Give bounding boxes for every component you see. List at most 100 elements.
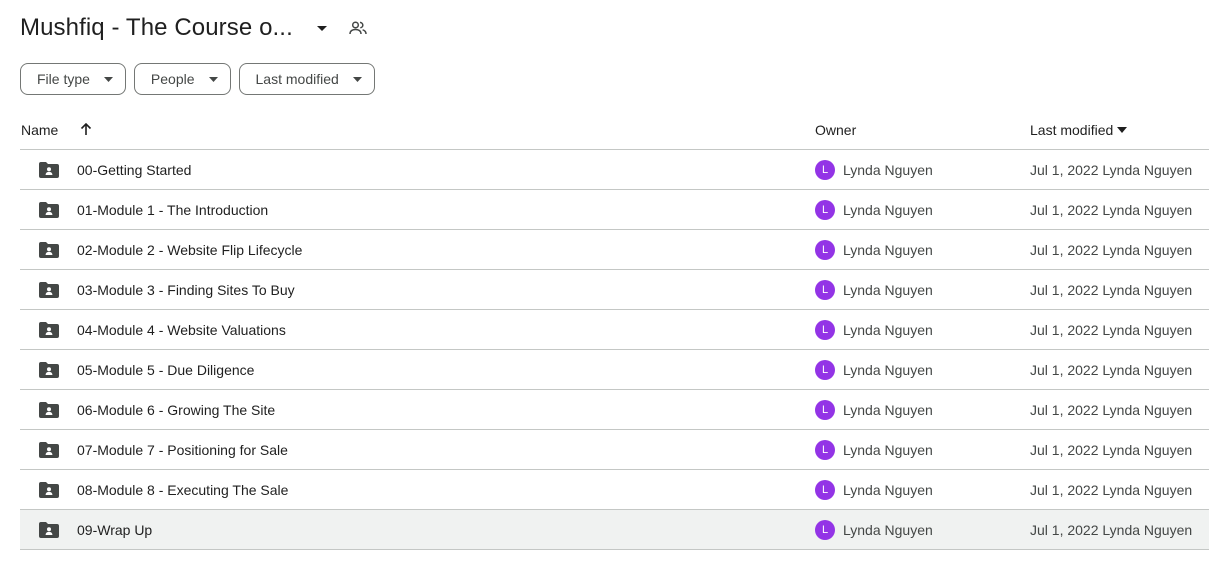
arrow-drop-down-icon	[208, 76, 218, 82]
column-header-owner[interactable]: Owner	[815, 122, 1030, 138]
filter-bar: File type People Last modified	[20, 63, 375, 95]
name-cell: 07-Module 7 - Positioning for Sale	[20, 440, 815, 460]
avatar: L	[815, 279, 835, 300]
shared-folder-icon	[38, 440, 60, 460]
modified-cell: Jul 1, 2022 Lynda Nguyen	[1030, 282, 1209, 298]
modified-cell: Jul 1, 2022 Lynda Nguyen	[1030, 362, 1209, 378]
modified-cell: Jul 1, 2022 Lynda Nguyen	[1030, 482, 1209, 498]
avatar: L	[815, 319, 835, 340]
file-name: 00-Getting Started	[77, 161, 192, 178]
name-cell: 01-Module 1 - The Introduction	[20, 200, 815, 220]
arrow-drop-down-icon[interactable]	[311, 17, 333, 39]
table-row[interactable]: 00-Getting Started L Lynda Nguyen Jul 1,…	[20, 150, 1209, 190]
owner-name: Lynda Nguyen	[843, 281, 933, 298]
name-cell: 06-Module 6 - Growing The Site	[20, 400, 815, 420]
table-row[interactable]: 04-Module 4 - Website Valuations L Lynda…	[20, 310, 1209, 350]
file-name: 04-Module 4 - Website Valuations	[77, 321, 286, 338]
column-header-name[interactable]: Name	[20, 122, 815, 138]
header: Mushfiq - The Course o...	[20, 10, 369, 46]
file-name: 01-Module 1 - The Introduction	[77, 201, 269, 218]
file-name: 02-Module 2 - Website Flip Lifecycle	[77, 241, 303, 258]
avatar: L	[815, 359, 835, 380]
column-header-label: Owner	[815, 121, 857, 138]
name-cell: 03-Module 3 - Finding Sites To Buy	[20, 280, 815, 300]
owner-name: Lynda Nguyen	[843, 361, 933, 378]
table-row[interactable]: 07-Module 7 - Positioning for Sale L Lyn…	[20, 430, 1209, 470]
owner-name: Lynda Nguyen	[843, 161, 933, 178]
modified-cell: Jul 1, 2022 Lynda Nguyen	[1030, 402, 1209, 418]
file-name: 03-Module 3 - Finding Sites To Buy	[77, 281, 295, 298]
shared-folder-icon	[38, 360, 60, 380]
shared-folder-icon	[38, 240, 60, 260]
file-name: 07-Module 7 - Positioning for Sale	[77, 441, 288, 458]
table-row[interactable]: 01-Module 1 - The Introduction L Lynda N…	[20, 190, 1209, 230]
table-row[interactable]: 09-Wrap Up L Lynda Nguyen Jul 1, 2022 Ly…	[20, 510, 1209, 550]
file-name: 08-Module 8 - Executing The Sale	[77, 481, 289, 498]
filter-chip-people[interactable]: People	[133, 63, 231, 95]
modified-text: Jul 1, 2022 Lynda Nguyen	[1030, 281, 1193, 298]
owner-cell: L Lynda Nguyen	[815, 479, 1030, 500]
shared-folder-icon	[38, 160, 60, 180]
shared-folder-icon	[38, 480, 60, 500]
table-header: Name Owner Last modified	[20, 110, 1209, 150]
file-name: 05-Module 5 - Due Diligence	[77, 361, 255, 378]
owner-name: Lynda Nguyen	[843, 241, 933, 258]
arrow-drop-down-icon	[103, 76, 113, 82]
modified-cell: Jul 1, 2022 Lynda Nguyen	[1030, 442, 1209, 458]
modified-cell: Jul 1, 2022 Lynda Nguyen	[1030, 202, 1209, 218]
file-name: 06-Module 6 - Growing The Site	[77, 401, 276, 418]
modified-cell: Jul 1, 2022 Lynda Nguyen	[1030, 242, 1209, 258]
avatar: L	[815, 239, 835, 260]
owner-cell: L Lynda Nguyen	[815, 399, 1030, 420]
name-cell: 00-Getting Started	[20, 160, 815, 180]
arrow-drop-down-icon[interactable]	[1117, 126, 1128, 133]
people-icon	[347, 17, 369, 39]
shared-folder-icon	[38, 320, 60, 340]
file-list: Name Owner Last modified 00-Getting Star…	[20, 110, 1209, 550]
owner-cell: L Lynda Nguyen	[815, 359, 1030, 380]
column-header-label: Last modified	[1030, 121, 1114, 138]
avatar: L	[815, 479, 835, 500]
arrow-upward-icon[interactable]	[80, 123, 92, 136]
filter-chip-last-modified[interactable]: Last modified	[238, 63, 375, 95]
file-name: 09-Wrap Up	[77, 521, 153, 538]
modified-cell: Jul 1, 2022 Lynda Nguyen	[1030, 322, 1209, 338]
folder-title[interactable]: Mushfiq - The Course o...	[20, 14, 293, 42]
modified-cell: Jul 1, 2022 Lynda Nguyen	[1030, 162, 1209, 178]
owner-cell: L Lynda Nguyen	[815, 279, 1030, 300]
modified-text: Jul 1, 2022 Lynda Nguyen	[1030, 241, 1193, 258]
owner-name: Lynda Nguyen	[843, 201, 933, 218]
filter-chip-label: People	[150, 71, 195, 87]
shared-folder-icon	[38, 280, 60, 300]
name-cell: 08-Module 8 - Executing The Sale	[20, 480, 815, 500]
modified-text: Jul 1, 2022 Lynda Nguyen	[1030, 481, 1193, 498]
avatar: L	[815, 159, 835, 180]
arrow-drop-down-icon	[352, 76, 362, 82]
owner-cell: L Lynda Nguyen	[815, 319, 1030, 340]
owner-name: Lynda Nguyen	[843, 481, 933, 498]
owner-cell: L Lynda Nguyen	[815, 439, 1030, 460]
filter-chip-label: File type	[37, 71, 90, 87]
column-header-last-modified[interactable]: Last modified	[1030, 122, 1209, 138]
modified-text: Jul 1, 2022 Lynda Nguyen	[1030, 521, 1193, 538]
owner-cell: L Lynda Nguyen	[815, 519, 1030, 540]
table-row[interactable]: 05-Module 5 - Due Diligence L Lynda Nguy…	[20, 350, 1209, 390]
owner-cell: L Lynda Nguyen	[815, 159, 1030, 180]
owner-name: Lynda Nguyen	[843, 321, 933, 338]
name-cell: 02-Module 2 - Website Flip Lifecycle	[20, 240, 815, 260]
owner-cell: L Lynda Nguyen	[815, 199, 1030, 220]
modified-text: Jul 1, 2022 Lynda Nguyen	[1030, 321, 1193, 338]
table-row[interactable]: 08-Module 8 - Executing The Sale L Lynda…	[20, 470, 1209, 510]
owner-name: Lynda Nguyen	[843, 401, 933, 418]
table-row[interactable]: 03-Module 3 - Finding Sites To Buy L Lyn…	[20, 270, 1209, 310]
modified-text: Jul 1, 2022 Lynda Nguyen	[1030, 201, 1193, 218]
shared-folder-icon	[38, 400, 60, 420]
table-row[interactable]: 06-Module 6 - Growing The Site L Lynda N…	[20, 390, 1209, 430]
modified-text: Jul 1, 2022 Lynda Nguyen	[1030, 401, 1193, 418]
avatar: L	[815, 399, 835, 420]
table-row[interactable]: 02-Module 2 - Website Flip Lifecycle L L…	[20, 230, 1209, 270]
avatar: L	[815, 439, 835, 460]
name-cell: 05-Module 5 - Due Diligence	[20, 360, 815, 380]
filter-chip-file-type[interactable]: File type	[20, 63, 126, 95]
modified-text: Jul 1, 2022 Lynda Nguyen	[1030, 361, 1193, 378]
